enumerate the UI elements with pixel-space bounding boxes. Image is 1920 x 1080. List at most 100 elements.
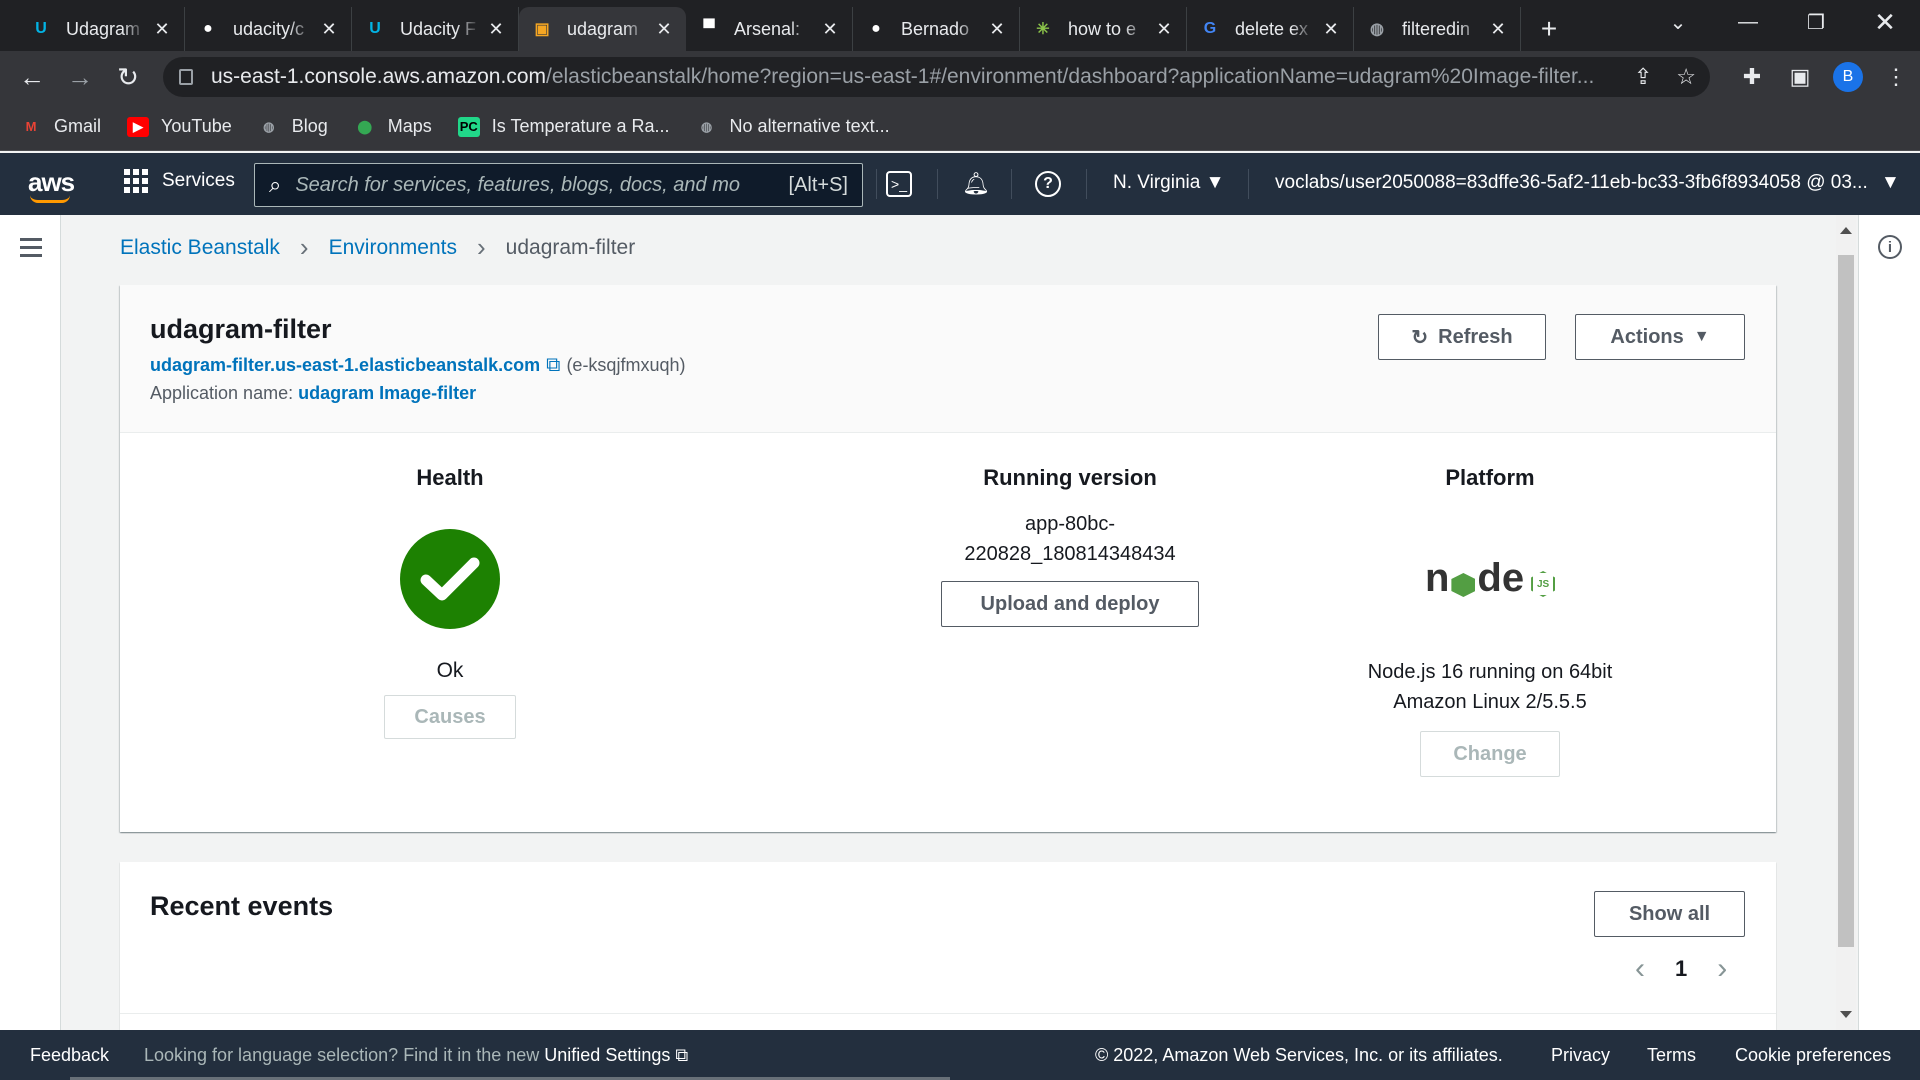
bookmark-label: Blog (291, 116, 328, 136)
address-bar[interactable]: us-east-1.console.aws.amazon.com/elastic… (163, 57, 1710, 97)
bookmark-item[interactable]: ⬤ Maps (354, 116, 432, 137)
close-tab-icon[interactable]: ✕ (319, 19, 339, 40)
scrollbar-thumb[interactable] (1838, 255, 1854, 947)
maps-icon: ⬤ (357, 118, 373, 134)
region-label: N. Virginia (1113, 172, 1201, 193)
bookmark-item[interactable]: ▶ YouTube (127, 116, 232, 137)
close-tab-icon[interactable]: ✕ (1154, 19, 1174, 40)
browser-menu-icon[interactable]: ⋮ (1872, 51, 1920, 103)
tab-title: udagram (567, 18, 639, 39)
close-tab-icon[interactable]: ✕ (654, 19, 674, 40)
share-icon[interactable]: ⇪ (1634, 64, 1652, 90)
recent-events-panel: Recent events Show all ‹ 1 › (120, 862, 1776, 1030)
breadcrumb-environments[interactable]: Environments (329, 236, 457, 260)
bookmark-item[interactable]: M Gmail (20, 116, 101, 137)
tab-title: udacity/c (233, 18, 305, 39)
close-tab-icon[interactable]: ✕ (1488, 19, 1508, 40)
address-host: us-east-1.console.aws.amazon.com (211, 65, 546, 88)
right-help-rail: i (1858, 215, 1920, 1030)
account-menu[interactable]: voclabs/user2050088=83dffe36-5af2-11eb-b… (1275, 172, 1900, 194)
show-all-button[interactable]: Show all (1594, 891, 1745, 937)
close-window-button[interactable]: ✕ (1857, 0, 1913, 44)
page-scrollbar[interactable] (1836, 215, 1856, 1030)
minimize-button[interactable]: — (1720, 0, 1776, 44)
services-menu[interactable]: Services (124, 169, 235, 193)
current-page[interactable]: 1 (1675, 956, 1687, 982)
browser-tab[interactable]: U Udacity F ✕ (352, 7, 519, 51)
close-tab-icon[interactable]: ✕ (987, 19, 1007, 40)
help-icon[interactable]: ? (1035, 171, 1061, 197)
chevron-right-icon: › (476, 232, 486, 262)
actions-dropdown[interactable]: Actions ▼ (1575, 314, 1745, 360)
close-tab-icon[interactable]: ✕ (1321, 19, 1341, 40)
browser-tab[interactable]: ● Bernado ✕ (853, 7, 1020, 51)
causes-button[interactable]: Causes (384, 695, 516, 739)
environment-id: (e-ksqjfmxuqh) (566, 355, 686, 375)
forward-button[interactable]: → (56, 57, 104, 97)
close-tab-icon[interactable]: ✕ (486, 19, 506, 40)
breadcrumb-elastic-beanstalk[interactable]: Elastic Beanstalk (120, 236, 280, 260)
profile-avatar: B (1833, 62, 1863, 92)
tab-search-icon[interactable]: ⌄ (1650, 0, 1706, 44)
side-panel-icon[interactable]: ▣ (1776, 51, 1824, 103)
bookmark-star-icon[interactable]: ☆ (1676, 64, 1696, 90)
bookmark-label: No alternative text... (729, 116, 890, 136)
notifications-bell-icon[interactable]: 🔔︎ (961, 169, 991, 199)
back-button[interactable]: ← (8, 57, 56, 97)
scroll-up-icon[interactable] (1840, 227, 1852, 234)
running-version-value: app-80bc- 220828_180814348434 (820, 509, 1320, 569)
upload-and-deploy-button[interactable]: Upload and deploy (941, 581, 1199, 627)
health-status: Ok (436, 659, 464, 682)
previous-page-icon[interactable]: ‹ (1635, 952, 1645, 986)
application-name-link[interactable]: udagram Image-filter (298, 383, 476, 403)
environment-url-link[interactable]: udagram-filter.us-east-1.elasticbeanstal… (150, 355, 540, 376)
account-label: voclabs/user2050088=83dffe36-5af2-11eb-b… (1275, 172, 1868, 193)
close-tab-icon[interactable]: ✕ (820, 19, 840, 40)
running-version-section: Running version app-80bc- 220828_1808143… (820, 465, 1320, 627)
close-tab-icon[interactable]: ✕ (152, 19, 172, 40)
change-platform-button[interactable]: Change (1420, 731, 1560, 777)
unified-settings-link[interactable]: Unified Settings (544, 1045, 670, 1065)
new-tab-button[interactable]: + (1529, 7, 1569, 51)
platform-line-2: Amazon Linux 2/5.5.5 (1393, 691, 1587, 713)
browser-toolbar: ← → ↻ us-east-1.console.aws.amazon.com/e… (0, 51, 1920, 103)
restore-button[interactable]: ❐ (1788, 0, 1844, 44)
info-icon[interactable]: i (1878, 235, 1902, 259)
cookie-preferences-link[interactable]: Cookie preferences (1735, 1045, 1891, 1066)
aws-logo[interactable]: aws (28, 167, 75, 203)
tab-title: delete ex (1235, 18, 1309, 39)
browser-tab[interactable]: U Udagram ✕ (18, 7, 185, 51)
reload-button[interactable]: ↻ (104, 57, 152, 97)
browser-tab[interactable]: ▀ Arsenal: ✕ (686, 7, 853, 51)
feedback-link[interactable]: Feedback (30, 1045, 109, 1066)
refresh-button[interactable]: ↻ Refresh (1378, 314, 1546, 360)
terms-link[interactable]: Terms (1647, 1045, 1696, 1066)
tab-title: how to e (1068, 18, 1137, 39)
browser-tab[interactable]: ● udacity/c ✕ (185, 7, 352, 51)
extensions-icon[interactable]: ✚ (1728, 51, 1776, 103)
health-section: Health Ok Causes (300, 465, 600, 739)
privacy-link[interactable]: Privacy (1551, 1045, 1610, 1066)
cloudshell-icon[interactable]: >_ (886, 171, 912, 197)
aws-search-input[interactable]: ⌕ Search for services, features, blogs, … (254, 163, 863, 207)
profile-button[interactable]: B (1824, 51, 1872, 103)
region-selector[interactable]: N. Virginia ▼ (1113, 172, 1224, 194)
browser-tab[interactable]: ◍ filteredin ✕ (1354, 7, 1521, 51)
browser-tab[interactable]: Gdelete ex ✕ (1187, 7, 1354, 51)
gmail-icon: M (25, 119, 37, 134)
next-page-icon[interactable]: › (1717, 952, 1727, 986)
browser-tab[interactable]: ✳ how to e ✕ (1020, 7, 1187, 51)
nodejs-logo-icon: n de JS (1340, 551, 1640, 601)
caret-down-icon: ▼ (1693, 328, 1710, 345)
services-label: Services (162, 170, 235, 191)
aws-logo-text: aws (28, 167, 75, 197)
bookmark-item[interactable]: PC Is Temperature a Ra... (457, 116, 670, 137)
scroll-down-icon[interactable] (1840, 1011, 1852, 1018)
environment-overview-panel: udagram-filter udagram-filter.us-east-1.… (120, 285, 1776, 832)
bookmark-item[interactable]: ◍ No alternative text... (696, 116, 890, 137)
hamburger-menu-icon[interactable] (20, 238, 42, 262)
bookmark-item[interactable]: ◍ Blog (258, 116, 328, 137)
upload-and-deploy-label: Upload and deploy (980, 592, 1160, 615)
browser-tab[interactable]: ▣ udagram ✕ (519, 7, 686, 51)
external-link-icon[interactable]: ⧉ (546, 354, 560, 377)
